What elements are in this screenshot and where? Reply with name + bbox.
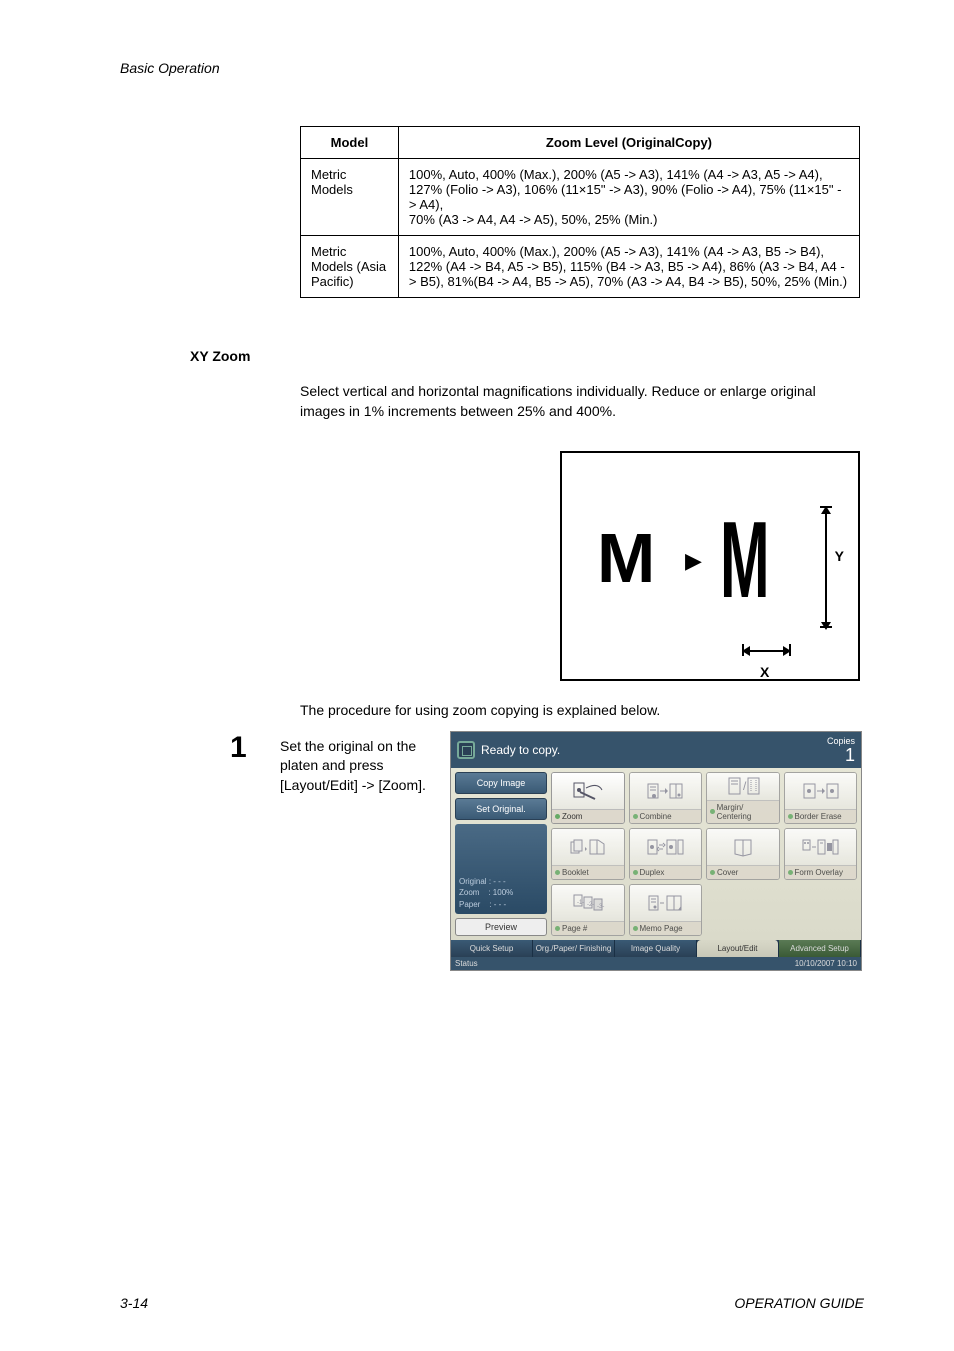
status-datetime: 10/10/2007 10:10 bbox=[795, 959, 857, 968]
table-cell-model: Metric Models bbox=[301, 159, 399, 236]
page-number: 3-14 bbox=[120, 1295, 148, 1311]
tab-org-paper[interactable]: Org./Paper/ Finishing bbox=[533, 940, 615, 957]
y-axis-arrow-icon bbox=[825, 508, 827, 628]
table-row: Metric Models 100%, Auto, 400% (Max.), 2… bbox=[301, 159, 860, 236]
svg-text:/: / bbox=[743, 779, 747, 793]
page-header: Basic Operation bbox=[120, 60, 864, 76]
tab-quick-setup[interactable]: Quick Setup bbox=[451, 940, 533, 957]
x-axis-label: X bbox=[760, 664, 769, 680]
y-axis-label: Y bbox=[835, 548, 844, 564]
set-original-button[interactable]: Set Original. bbox=[455, 798, 547, 820]
panel-titlebar: Ready to copy. Copies 1 bbox=[451, 732, 861, 768]
table-row: Metric Models (Asia Pacific) 100%, Auto,… bbox=[301, 236, 860, 298]
status-label: Status bbox=[455, 959, 478, 968]
table-cell-zoom: 100%, Auto, 400% (Max.), 200% (A5 -> A3)… bbox=[398, 236, 859, 298]
step-text: Set the original on the platen and press… bbox=[280, 731, 440, 796]
tab-layout-edit[interactable]: Layout/Edit bbox=[697, 940, 779, 957]
procedure-text: The procedure for using zoom copying is … bbox=[300, 701, 860, 721]
zoom-icon bbox=[552, 773, 624, 809]
booklet-option[interactable]: Booklet bbox=[551, 828, 625, 880]
zoom-level-table: Model Zoom Level (OriginalCopy) Metric M… bbox=[300, 126, 860, 298]
table-cell-model: Metric Models (Asia Pacific) bbox=[301, 236, 399, 298]
svg-text:-1-: -1- bbox=[577, 900, 584, 906]
side-info: Original : - - - Zoom : 100% Paper : - -… bbox=[455, 824, 547, 914]
step-number: 1 bbox=[230, 731, 280, 765]
preview-button[interactable]: Preview bbox=[455, 918, 547, 936]
border-erase-option[interactable]: Border Erase bbox=[784, 772, 858, 824]
cover-icon bbox=[707, 829, 779, 865]
border-erase-icon bbox=[785, 773, 857, 809]
memo-page-icon bbox=[630, 885, 702, 921]
panel-title-text: Ready to copy. bbox=[481, 743, 560, 757]
diagram-m-scaled: M bbox=[720, 498, 770, 622]
svg-text:-2-: -2- bbox=[587, 902, 594, 908]
xy-zoom-diagram: M ▶ M Y X bbox=[560, 451, 860, 681]
svg-text:-3-: -3- bbox=[597, 904, 604, 910]
margin-icon: / bbox=[707, 773, 779, 800]
form-overlay-option[interactable]: Form Overlay bbox=[784, 828, 858, 880]
table-head-model: Model bbox=[301, 127, 399, 159]
table-cell-zoom: 100%, Auto, 400% (Max.), 200% (A5 -> A3)… bbox=[398, 159, 859, 236]
page-number-icon: -1--2--3- bbox=[552, 885, 624, 921]
copy-image-button[interactable]: Copy Image bbox=[455, 772, 547, 794]
diagram-m-original: M bbox=[597, 518, 655, 598]
booklet-icon bbox=[552, 829, 624, 865]
tab-advanced-setup[interactable]: Advanced Setup bbox=[779, 940, 861, 957]
copies-value: 1 bbox=[827, 746, 855, 764]
duplex-option[interactable]: Duplex bbox=[629, 828, 703, 880]
cover-option[interactable]: Cover bbox=[706, 828, 780, 880]
memo-page-option[interactable]: Memo Page bbox=[629, 884, 703, 936]
arrow-right-icon: ▶ bbox=[685, 548, 702, 574]
x-axis-arrow-icon bbox=[744, 650, 789, 652]
tab-image-quality[interactable]: Image Quality bbox=[615, 940, 697, 957]
combine-option[interactable]: Combine bbox=[629, 772, 703, 824]
form-overlay-icon bbox=[785, 829, 857, 865]
table-head-zoom: Zoom Level (OriginalCopy) bbox=[398, 127, 859, 159]
copy-mode-icon bbox=[457, 741, 475, 759]
margin-option[interactable]: / Margin/ Centering bbox=[706, 772, 780, 824]
duplex-icon bbox=[630, 829, 702, 865]
section-heading-xy-zoom: XY Zoom bbox=[190, 348, 864, 364]
footer-guide: OPERATION GUIDE bbox=[734, 1295, 864, 1311]
page-number-option[interactable]: -1--2--3- Page # bbox=[551, 884, 625, 936]
zoom-option[interactable]: Zoom bbox=[551, 772, 625, 824]
combine-icon bbox=[630, 773, 702, 809]
intro-text: Select vertical and horizontal magnifica… bbox=[300, 382, 860, 421]
copy-panel: Ready to copy. Copies 1 Copy Image Set O… bbox=[450, 731, 862, 971]
